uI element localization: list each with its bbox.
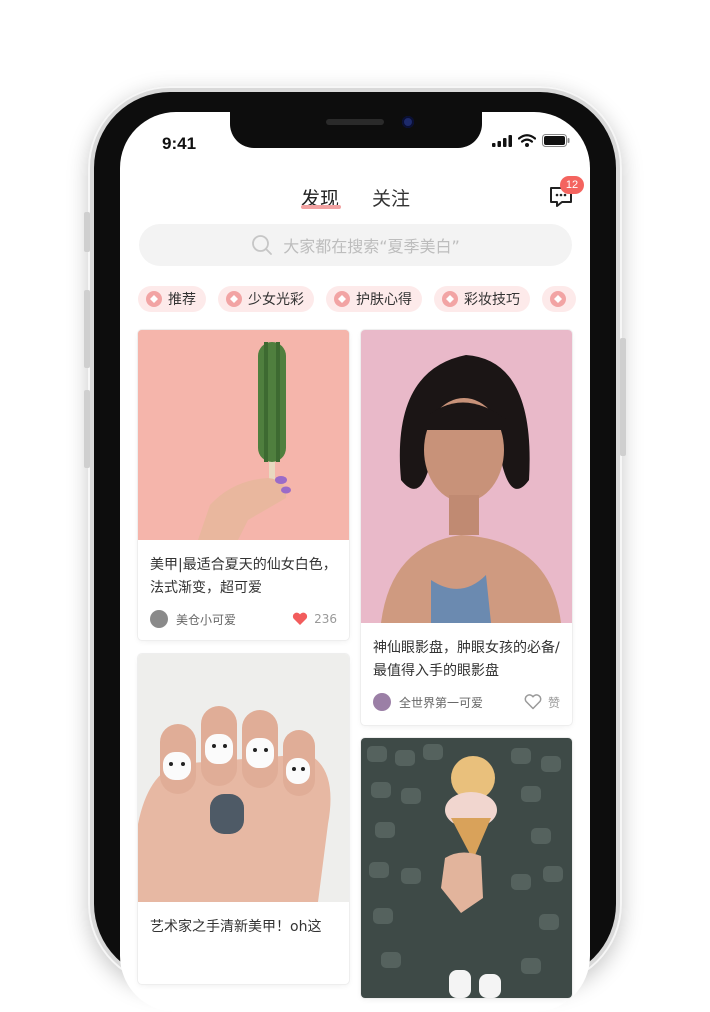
author-name[interactable]: 美仓小可爱 [176,611,292,628]
post-image-nails[interactable] [138,654,349,902]
volume-up-button [84,290,90,368]
post-image-cactus[interactable] [138,330,349,540]
category-chips: 推荐 少女光彩 护肤心得 彩妆技巧 [138,286,576,312]
search-bar[interactable]: 大家都在搜索“夏季美白” [139,224,572,266]
tag-icon [146,291,162,307]
avatar[interactable] [373,693,391,711]
front-camera [402,116,414,128]
notch [230,112,482,148]
speaker-grille [326,119,384,125]
post-card[interactable]: 美甲|最适合夏天的仙女白色，法式渐变，超可爱 美仓小可爱 236 [138,330,349,640]
like-count: 236 [314,612,337,626]
like-button[interactable]: 236 [292,612,337,626]
post-title: 艺术家之手清新美甲！oh这 [150,919,322,935]
tag-icon [442,291,458,307]
tag-icon [550,291,566,307]
status-time: 9:41 [162,134,197,153]
search-icon [252,235,273,255]
post-card[interactable] [361,738,572,998]
post-title: 神仙眼影盘，肿眼女孩的必备/最值得入手的眼影盘 [373,640,560,679]
active-tab-indicator [301,205,341,209]
battery-icon [542,134,570,147]
heart-filled-icon [293,612,308,625]
tag-icon [226,291,242,307]
like-button[interactable]: 赞 [524,694,560,711]
avatar[interactable] [150,610,168,628]
status-icons [492,134,570,147]
silent-switch [84,212,90,252]
chip-label: 护肤心得 [356,292,412,308]
chip-label: 推荐 [168,292,196,308]
chip-label: 少女光彩 [248,292,304,308]
post-image-portrait[interactable] [361,330,572,623]
tab-following[interactable]: 关注 [372,184,410,211]
app-screen: 9:41 发现 关注 12 大家都在搜索“夏季美白” 推荐 少女光彩 护肤心得 … [120,112,590,1012]
post-card[interactable]: 神仙眼影盘，肿眼女孩的必备/最值得入手的眼影盘 全世界第一可爱 赞 [361,330,572,725]
like-label: 赞 [547,695,560,710]
search-placeholder: 大家都在搜索“夏季美白” [283,237,460,256]
volume-down-button [84,390,90,468]
chip-recommend[interactable]: 推荐 [138,286,206,312]
power-button [620,338,626,456]
post-meta: 美仓小可爱 236 [150,610,337,628]
chip-skincare-tips[interactable]: 护肤心得 [326,286,422,312]
wifi-icon [518,134,536,147]
post-card[interactable]: 艺术家之手清新美甲！oh这 [138,654,349,984]
author-name[interactable]: 全世界第一可爱 [399,694,524,711]
chip-label: 彩妆技巧 [464,292,520,308]
tag-icon [334,291,350,307]
chip-girl-glow[interactable]: 少女光彩 [218,286,314,312]
message-count-badge: 12 [560,176,584,194]
chip-makeup-tips[interactable]: 彩妆技巧 [434,286,530,312]
post-title: 美甲|最适合夏天的仙女白色，法式渐变，超可爱 [150,557,337,596]
chip-more[interactable] [542,286,576,312]
post-meta: 全世界第一可爱 赞 [373,693,560,711]
heart-outline-icon [524,694,542,710]
post-image-ice-cream[interactable] [361,738,572,998]
cellular-signal-icon [492,134,512,147]
